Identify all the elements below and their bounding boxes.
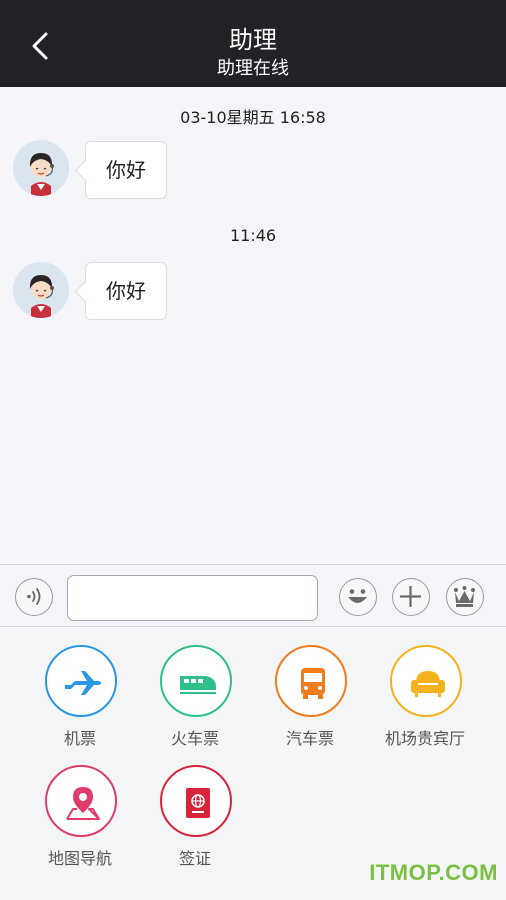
vip-button[interactable] (446, 578, 484, 616)
message-bubble[interactable]: 你好 (85, 262, 167, 320)
assistant-avatar[interactable] (13, 262, 69, 318)
visa-button[interactable]: 签证 (140, 749, 250, 868)
airplane-icon (65, 671, 101, 695)
service-label: 汽车票 (285, 729, 334, 748)
assistant-avatar-icon (13, 262, 69, 318)
smiley-icon (348, 589, 367, 603)
online-status: 助理在线 (217, 58, 289, 79)
message-input-bar (0, 564, 506, 627)
message-input[interactable] (67, 575, 318, 621)
chat-area: 03-10星期五 16:58 你好 11:46 你好 (0, 87, 506, 564)
service-label: 机场贵宾厅 (384, 729, 465, 748)
service-label: 火车票 (170, 729, 219, 748)
services-panel: 机票 火车票 汽车票 机场贵宾厅 地图导航 签证 ITMOP.COM (0, 627, 506, 900)
map-pin-icon (66, 787, 100, 820)
passport-icon (186, 788, 210, 818)
service-label: 机票 (63, 729, 96, 748)
assistant-avatar[interactable] (13, 140, 69, 196)
emoji-button[interactable] (339, 578, 377, 616)
service-label: 签证 (178, 849, 211, 868)
message-timestamp: 11:46 (229, 226, 277, 245)
map-navigation-button[interactable]: 地图导航 (25, 749, 135, 868)
message-bubble[interactable]: 你好 (85, 141, 167, 199)
top-bar: 助理 助理在线 (0, 0, 506, 87)
train-tickets-button[interactable]: 火车票 (140, 629, 250, 748)
sofa-icon (411, 671, 445, 697)
more-button[interactable] (392, 578, 430, 616)
voice-button[interactable] (15, 578, 53, 616)
crown-icon (454, 586, 475, 607)
vip-lounge-button[interactable]: 机场贵宾厅 (370, 629, 480, 748)
watermark: ITMOP.COM (369, 860, 498, 885)
bus-icon (301, 668, 325, 699)
visa-icon-circle (160, 765, 232, 837)
train-icon (180, 676, 216, 694)
plus-icon (400, 586, 421, 607)
voice-icon (27, 588, 41, 605)
map-icon-circle (45, 765, 117, 837)
train-icon-circle (160, 645, 232, 717)
flight-icon-circle (45, 645, 117, 717)
assistant-avatar-icon (13, 140, 69, 196)
bus-icon-circle (275, 645, 347, 717)
message-timestamp: 03-10星期五 16:58 (180, 108, 326, 127)
bus-tickets-button[interactable]: 汽车票 (255, 629, 365, 748)
page-title: 助理 (229, 26, 277, 54)
lounge-icon-circle (390, 645, 462, 717)
service-label: 地图导航 (47, 849, 112, 868)
flight-tickets-button[interactable]: 机票 (25, 629, 135, 748)
